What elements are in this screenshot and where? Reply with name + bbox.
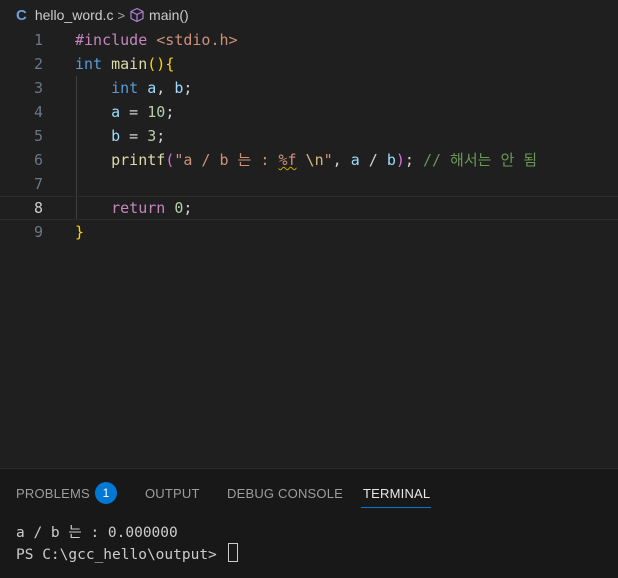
- code-token: (): [147, 55, 166, 73]
- code-token: ): [395, 151, 405, 169]
- terminal-output-line: a / b 는 : 0.000000: [16, 525, 178, 541]
- code-token: (: [165, 151, 175, 169]
- code-token: /: [359, 151, 387, 169]
- breadcrumb-file[interactable]: hello_word.c: [35, 7, 114, 23]
- tab-problems[interactable]: PROBLEMS: [16, 483, 90, 505]
- cube-icon: [130, 7, 144, 23]
- code-token: 3: [147, 127, 157, 145]
- code-token: \n: [305, 151, 324, 169]
- code-token: ;: [165, 103, 175, 121]
- code-text: a = 10;: [75, 100, 174, 124]
- code-token: ;: [183, 79, 193, 97]
- code-token: }: [75, 223, 85, 241]
- code-text: b = 3;: [75, 124, 165, 148]
- code-token: ,: [156, 79, 175, 97]
- code-token: a: [350, 151, 360, 169]
- bottom-panel: PROBLEMS 1 OUTPUT DEBUG CONSOLE TERMINAL…: [0, 468, 618, 578]
- code-text: printf("a / b 는 : %f \n", a / b); // 해서는…: [75, 148, 537, 172]
- code-text: #include <stdio.h>: [75, 28, 238, 52]
- panel-tabs: PROBLEMS 1 OUTPUT DEBUG CONSOLE TERMINAL: [0, 469, 618, 513]
- code-line[interactable]: 2 int main(){: [0, 52, 618, 76]
- line-number: 7: [33, 175, 43, 193]
- code-token: b: [386, 151, 396, 169]
- code-line[interactable]: 4 a = 10;: [0, 100, 618, 124]
- line-number: 2: [33, 55, 43, 73]
- line-number: 9: [33, 223, 43, 241]
- code-token: ": [323, 151, 333, 169]
- terminal-prompt: PS C:\gcc_hello\output>: [16, 547, 226, 563]
- code-token: ,: [332, 151, 351, 169]
- breadcrumb-symbol[interactable]: main(): [149, 7, 189, 23]
- chevron-right-icon: >: [117, 7, 126, 23]
- code-token: ;: [404, 151, 423, 169]
- code-token: {: [165, 55, 175, 73]
- line-number: 5: [33, 127, 43, 145]
- code-token: ;: [183, 199, 193, 217]
- code-token: a: [111, 103, 121, 121]
- line-number: 4: [33, 103, 43, 121]
- code-line[interactable]: 1 #include <stdio.h>: [0, 28, 618, 52]
- code-token: #include: [75, 31, 157, 49]
- problems-count-badge: 1: [95, 482, 117, 504]
- code-text: }: [75, 220, 84, 244]
- line-number: 1: [33, 31, 43, 49]
- c-file-icon: C: [16, 6, 27, 24]
- code-token: a: [147, 79, 157, 97]
- code-line[interactable]: 5 b = 3;: [0, 124, 618, 148]
- code-token: "a / b 는 :: [174, 151, 279, 169]
- code-line[interactable]: 3 int a, b;: [0, 76, 618, 100]
- tab-output[interactable]: OUTPUT: [145, 483, 200, 505]
- code-token: b: [111, 127, 121, 145]
- code-token: int: [75, 55, 103, 73]
- code-token: ;: [156, 127, 166, 145]
- code-token: printf: [111, 151, 166, 169]
- code-line[interactable]: 9}: [0, 220, 618, 244]
- tab-debug-console[interactable]: DEBUG CONSOLE: [227, 483, 343, 505]
- code-token: int: [111, 79, 139, 97]
- terminal-prompt-line[interactable]: PS C:\gcc_hello\output>: [16, 543, 238, 565]
- code-text: int a, b;: [75, 76, 192, 100]
- code-line[interactable]: 6 printf("a / b 는 : %f \n", a / b); // 해…: [0, 148, 618, 172]
- code-token: =: [120, 103, 148, 121]
- line-number: 8: [33, 199, 43, 217]
- line-number: 6: [33, 151, 43, 169]
- code-line[interactable]: 7: [0, 172, 618, 196]
- format-specifier-warning: %f: [278, 151, 297, 169]
- code-text: return 0;: [75, 196, 192, 220]
- code-token: main: [111, 55, 148, 73]
- breadcrumb: C hello_word.c > main(): [0, 0, 618, 30]
- code-token: 10: [147, 103, 166, 121]
- active-tab-indicator: [361, 507, 431, 508]
- terminal-cursor: [227, 543, 238, 562]
- tab-terminal[interactable]: TERMINAL: [363, 483, 430, 505]
- code-line[interactable]: 8 return 0;: [0, 196, 618, 220]
- code-token: return: [111, 199, 166, 217]
- line-number: 3: [33, 79, 43, 97]
- code-token: // 해서는 안 됨: [422, 151, 538, 169]
- code-editor[interactable]: 1 #include <stdio.h> 2 int main(){3 int a, …: [0, 28, 618, 468]
- code-token: <stdio.h>: [156, 31, 238, 49]
- code-text: int main(){: [75, 52, 174, 76]
- code-token: =: [120, 127, 148, 145]
